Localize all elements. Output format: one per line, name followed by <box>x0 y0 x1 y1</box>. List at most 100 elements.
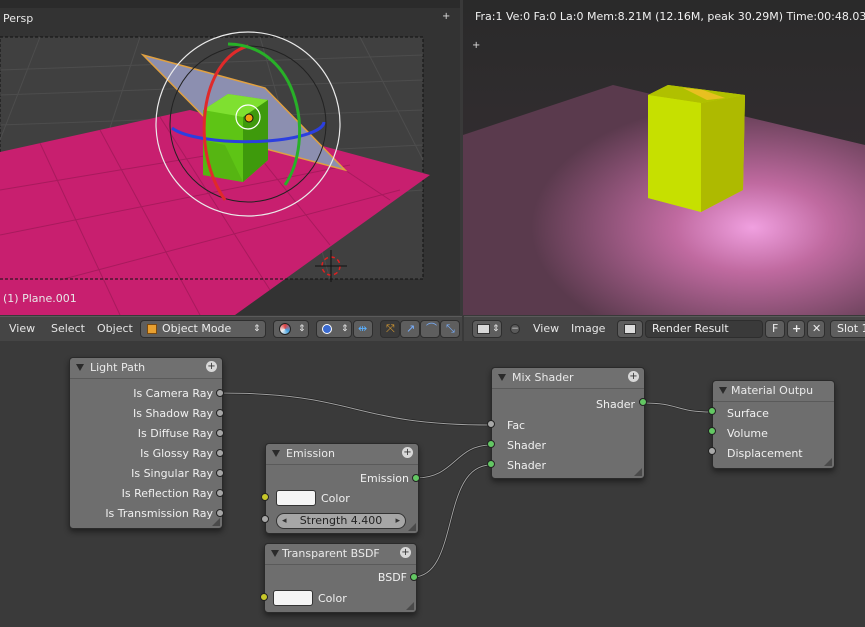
viewport-top-strip <box>0 0 460 8</box>
socket-shader-in-1[interactable] <box>487 440 495 448</box>
node-options-icon[interactable]: + <box>628 371 639 382</box>
collapse-triangle-icon[interactable] <box>498 374 506 381</box>
color-label: Color <box>321 492 350 505</box>
socket-is-transmission-ray[interactable] <box>216 509 224 517</box>
cube-mode-icon <box>147 324 157 334</box>
collapse-triangle-icon[interactable] <box>271 550 279 557</box>
input-fac: Fac <box>507 419 526 432</box>
rotate-icon: ↗ <box>406 322 416 335</box>
socket-surface[interactable] <box>708 407 716 415</box>
pivot-dropdown[interactable]: ⇕ <box>316 320 352 338</box>
resize-grip[interactable] <box>406 602 414 610</box>
socket-color[interactable] <box>260 593 268 601</box>
rotate-arc-toggle[interactable]: ⌒ <box>420 320 440 338</box>
material-output-node[interactable]: Material Outpu Surface Volume Displaceme… <box>712 380 835 469</box>
node-title: Mix Shader <box>512 371 574 384</box>
menu-select[interactable]: Select <box>51 322 85 335</box>
fake-user-button[interactable]: F <box>765 320 785 338</box>
collapse-triangle-icon[interactable] <box>719 387 727 394</box>
transparent-bsdf-node[interactable]: Transparent BSDF + BSDF Color <box>264 543 417 613</box>
resize-grip[interactable] <box>212 518 220 526</box>
socket-strength[interactable] <box>261 515 269 523</box>
strength-value: Strength 4.400 <box>299 514 383 527</box>
decrement-arrow-icon[interactable]: ◂ <box>282 514 287 528</box>
pivot-icon <box>322 324 332 334</box>
collapse-triangle-icon[interactable] <box>76 364 84 371</box>
socket-is-shadow-ray[interactable] <box>216 409 224 417</box>
image-browse-button[interactable] <box>617 320 643 338</box>
node-header[interactable]: Emission + <box>266 444 418 465</box>
output-is-shadow-ray: Is Shadow Ray <box>132 407 213 420</box>
color-swatch[interactable] <box>276 490 316 506</box>
3d-viewport[interactable]: Persp + (1) Plane.001 <box>0 0 460 315</box>
viewport-header: View Select Object Object Mode ⇕ ⇕ ⇕ ⇹ ⤧… <box>0 316 462 342</box>
socket-shader-out[interactable] <box>639 398 647 406</box>
color-swatch[interactable] <box>273 590 313 606</box>
updown-icon: ⇕ <box>298 324 306 334</box>
socket-is-glossy-ray[interactable] <box>216 449 224 457</box>
socket-volume[interactable] <box>708 427 716 435</box>
node-editor[interactable]: Light Path + Is Camera Ray Is Shadow Ray… <box>0 341 865 627</box>
node-title: Material Outpu <box>731 384 814 397</box>
node-options-icon[interactable]: + <box>206 361 217 372</box>
output-is-singular-ray: Is Singular Ray <box>131 467 213 480</box>
menu-view[interactable]: View <box>9 322 35 335</box>
node-header[interactable]: Mix Shader + <box>492 368 644 389</box>
image-editor-icon <box>477 324 490 334</box>
new-image-button[interactable]: + <box>787 320 805 338</box>
resize-grip[interactable] <box>634 468 642 476</box>
plus-icon[interactable]: + <box>442 12 450 22</box>
rotate-toggle[interactable]: ↗ <box>400 320 420 338</box>
socket-is-reflection-ray[interactable] <box>216 489 224 497</box>
light-path-node[interactable]: Light Path + Is Camera Ray Is Shadow Ray… <box>69 357 223 529</box>
menu-view[interactable]: View <box>533 322 559 335</box>
collapse-triangle-icon[interactable] <box>272 450 280 457</box>
socket-emission[interactable] <box>412 474 420 482</box>
socket-is-singular-ray[interactable] <box>216 469 224 477</box>
socket-is-camera-ray[interactable] <box>216 389 224 397</box>
shading-sphere-icon <box>279 323 291 335</box>
socket-displacement[interactable] <box>708 447 716 455</box>
color-label: Color <box>318 592 347 605</box>
node-header[interactable]: Light Path + <box>70 358 222 379</box>
socket-is-diffuse-ray[interactable] <box>216 429 224 437</box>
node-options-icon[interactable]: + <box>400 547 411 558</box>
updown-icon: ⇕ <box>341 324 349 334</box>
mix-shader-node[interactable]: Mix Shader + Shader Fac Shader Shader <box>491 367 645 479</box>
socket-bsdf[interactable] <box>410 573 418 581</box>
emission-node[interactable]: Emission + Emission Color ◂ Strength 4.4… <box>265 443 419 534</box>
node-header[interactable]: Material Outpu <box>713 381 834 402</box>
socket-shader-in-2[interactable] <box>487 460 495 468</box>
scale-toggle[interactable]: ⤡ <box>440 320 460 338</box>
editor-type-dropdown[interactable]: ⇕ <box>472 320 502 338</box>
translate-toggle[interactable]: ⤧ <box>380 320 400 338</box>
increment-arrow-icon[interactable]: ▸ <box>395 514 400 528</box>
strength-slider[interactable]: ◂ Strength 4.400 ▸ <box>276 513 406 529</box>
menu-image[interactable]: Image <box>571 322 605 335</box>
render-view[interactable]: Fra:1 Ve:0 Fa:0 La:0 Mem:8.21M (12.16M, … <box>463 0 865 315</box>
socket-fac[interactable] <box>487 420 495 428</box>
plus-icon: + <box>792 322 802 335</box>
input-shader-2: Shader <box>507 459 546 472</box>
close-icon: ✕ <box>812 322 822 335</box>
output-emission: Emission <box>360 472 409 485</box>
updown-icon: ⇕ <box>492 324 500 334</box>
node-options-icon[interactable]: + <box>402 447 413 458</box>
collapse-icon[interactable]: − <box>510 324 520 334</box>
unlink-button[interactable]: ✕ <box>807 320 825 338</box>
resize-grip[interactable] <box>824 458 832 466</box>
image-name-field[interactable]: Render Result <box>645 320 763 338</box>
arc-icon: ⌒ <box>426 322 437 335</box>
output-bsdf: BSDF <box>377 571 407 584</box>
manipulator-toggle[interactable]: ⇹ <box>353 320 373 338</box>
node-title: Transparent BSDF <box>282 547 380 560</box>
menu-object[interactable]: Object <box>97 322 133 335</box>
node-header[interactable]: Transparent BSDF + <box>265 544 416 565</box>
shading-dropdown[interactable]: ⇕ <box>273 320 309 338</box>
plus-icon[interactable]: + <box>472 41 480 51</box>
slot-dropdown[interactable]: Slot 1 <box>830 320 865 338</box>
mode-dropdown[interactable]: Object Mode ⇕ <box>140 320 266 338</box>
output-is-diffuse-ray: Is Diffuse Ray <box>137 427 213 440</box>
socket-color[interactable] <box>261 493 269 501</box>
resize-grip[interactable] <box>408 523 416 531</box>
